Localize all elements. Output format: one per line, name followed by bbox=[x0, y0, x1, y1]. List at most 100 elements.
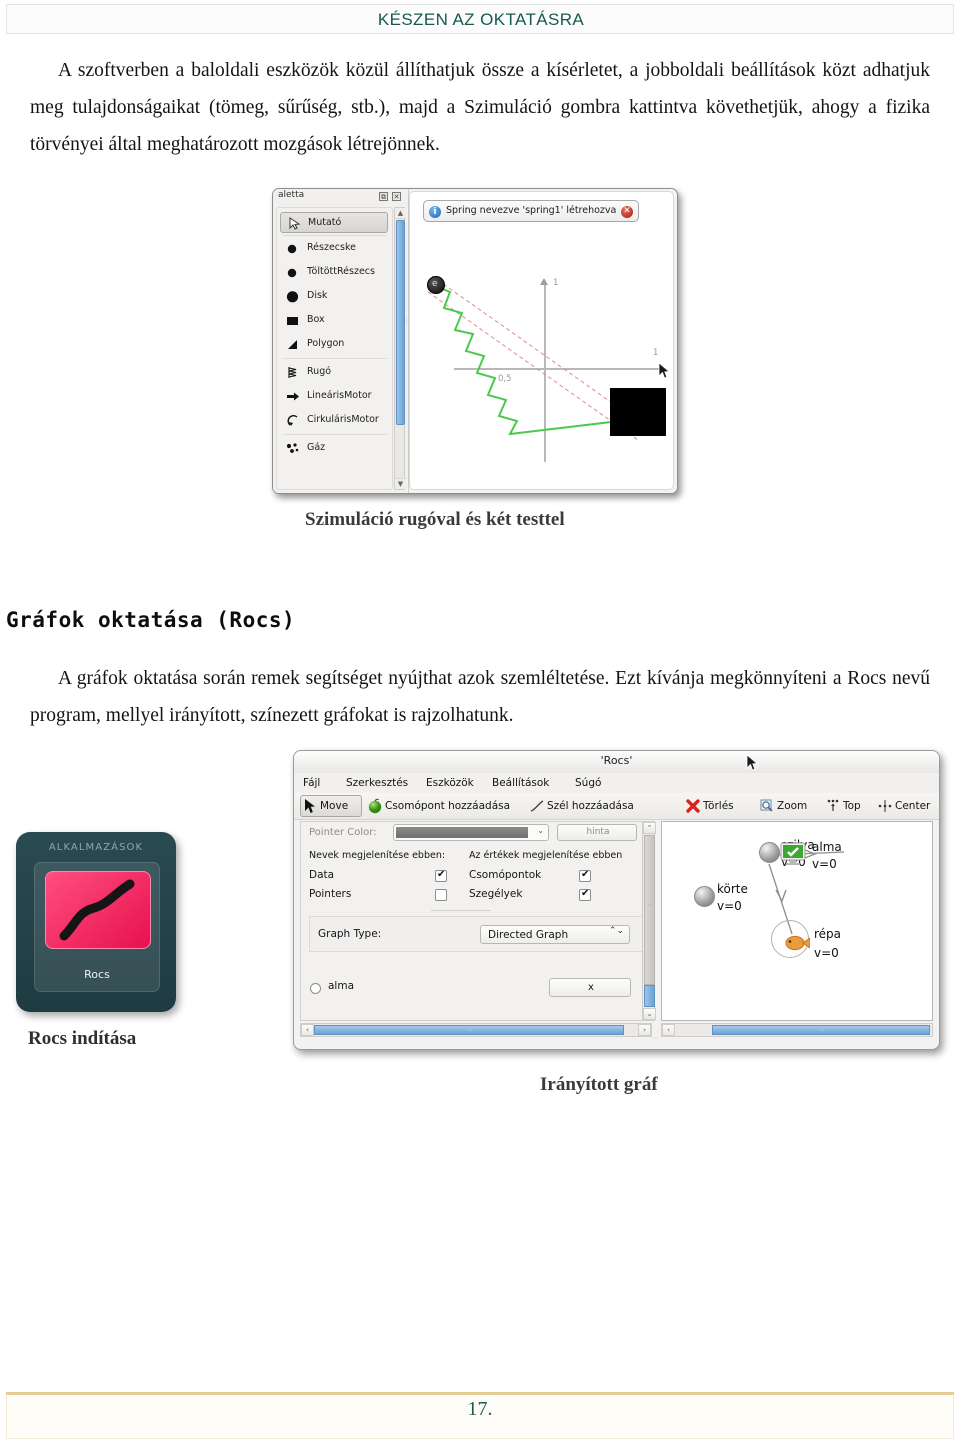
option-label-data: Data bbox=[309, 869, 335, 881]
linear-motor-icon bbox=[286, 390, 301, 403]
scroll-left-icon[interactable]: ‹ bbox=[662, 1024, 675, 1036]
palette-item-toltottreszecske[interactable]: TöltöttRészecs bbox=[280, 262, 390, 283]
scroll-thumb[interactable]: ⋯ bbox=[712, 1025, 930, 1035]
launcher-app-label: Rocs bbox=[84, 968, 110, 981]
rocs-launcher-tile[interactable]: ALKALMAZÁSOK Rocs bbox=[16, 832, 176, 1012]
page-header-title: KÉSZEN AZ OKTATÁSRA bbox=[377, 10, 585, 29]
palette-separator bbox=[283, 358, 387, 359]
rocs-window-title: 'Rocs' bbox=[600, 754, 633, 767]
scroll-up-icon[interactable]: ⌃ bbox=[643, 822, 656, 834]
names-column-header: Nevek megjelenítése ebben: bbox=[309, 850, 446, 861]
menu-item-szerkesztes[interactable]: Szerkesztés bbox=[346, 777, 408, 789]
graph-node-value-alma: v=0 bbox=[812, 857, 837, 871]
figure-caption-graph: Irányított gráf bbox=[540, 1074, 658, 1095]
palette-item-linearismotor[interactable]: LineárisMotor bbox=[280, 386, 390, 407]
graph-type-group: Graph Type: Directed Graph ⌃⌄ bbox=[309, 916, 645, 952]
launcher-app-tile[interactable]: Rocs bbox=[34, 862, 160, 992]
green-node-icon bbox=[367, 798, 383, 814]
orange-fish-icon[interactable] bbox=[784, 932, 810, 954]
step-palette-dock: aletta ⧉ ✕ Mutató Részecske TöltöttRésze… bbox=[273, 189, 410, 493]
palette-item-list: Mutató Részecske TöltöttRészecs Disk Box… bbox=[276, 207, 393, 490]
graph-type-label: Graph Type: bbox=[318, 928, 382, 940]
menu-item-sugo[interactable]: Súgó bbox=[575, 777, 601, 789]
align-top-icon bbox=[825, 798, 841, 814]
pointer-color-dropdown[interactable]: ⌄ bbox=[393, 824, 549, 841]
menu-item-beallitasok[interactable]: Beállítások bbox=[492, 777, 549, 789]
window-resize-grip[interactable]: ⋯ bbox=[652, 1036, 662, 1045]
scroll-thumb[interactable]: ⋯ bbox=[644, 835, 655, 985]
palette-item-box[interactable]: Box bbox=[280, 310, 390, 331]
palette-item-rugo[interactable]: Rugó bbox=[280, 362, 390, 383]
step-window-body: aletta ⧉ ✕ Mutató Részecske TöltöttRésze… bbox=[273, 189, 677, 493]
scroll-thumb-lower[interactable] bbox=[644, 985, 655, 1007]
scroll-left-icon[interactable]: ‹ bbox=[301, 1024, 314, 1036]
pointer-color-label: Pointer Color: bbox=[309, 827, 377, 838]
rocs-graph-canvas[interactable]: szilva v=0 alma v=0 körte v=0 répa v=0 bbox=[661, 821, 933, 1021]
scroll-right-icon[interactable]: › bbox=[638, 1024, 651, 1036]
rocs-titlebar: 'Rocs' bbox=[294, 751, 939, 774]
item-radio-label: alma bbox=[328, 980, 355, 992]
graph-type-select[interactable]: Directed Graph ⌃⌄ bbox=[480, 925, 630, 944]
graph-node-label-repa: répa bbox=[814, 927, 842, 941]
red-x-icon bbox=[685, 798, 701, 814]
palette-item-label: Részecske bbox=[307, 242, 356, 253]
scroll-up-icon[interactable]: ▲ bbox=[395, 208, 406, 219]
step-simulation-canvas[interactable]: i Spring nevezve 'spring1' létrehozva ✕ … bbox=[409, 191, 674, 490]
palette-item-gaz[interactable]: Gáz bbox=[280, 438, 390, 459]
options-vertical-scrollbar[interactable]: ⌃ ⋯ ⌄ bbox=[642, 821, 656, 1021]
scroll-thumb[interactable]: ⋯ bbox=[314, 1025, 624, 1035]
item-radio-button[interactable] bbox=[310, 983, 321, 994]
option-checkbox-csomopontok[interactable] bbox=[579, 869, 591, 882]
menu-item-eszkozok[interactable]: Eszközök bbox=[426, 777, 474, 789]
launcher-group-label: ALKALMAZÁSOK bbox=[48, 842, 144, 853]
palette-item-polygon[interactable]: Polygon bbox=[280, 334, 390, 355]
palette-scrollbar[interactable]: ▲ ▼ bbox=[394, 207, 406, 490]
close-item-button[interactable]: x bbox=[549, 978, 631, 997]
step-box-body[interactable] bbox=[610, 388, 666, 436]
disk-icon bbox=[286, 290, 301, 303]
spinner-updown-icon[interactable]: ⌃⌄ bbox=[609, 927, 624, 936]
palette-separator bbox=[283, 434, 387, 435]
palette-item-mutato[interactable]: Mutató bbox=[280, 212, 388, 233]
green-monitor-icon[interactable] bbox=[780, 842, 806, 866]
palette-item-label: Rugó bbox=[307, 366, 332, 377]
step-particle-body[interactable]: e bbox=[427, 276, 445, 294]
scroll-down-icon[interactable]: ▼ bbox=[395, 478, 406, 489]
palette-item-label: Disk bbox=[307, 290, 328, 301]
mouse-cursor-icon bbox=[746, 754, 758, 771]
cursor-arrow-icon bbox=[302, 798, 318, 814]
polygon-icon bbox=[286, 338, 301, 351]
palette-close-icon[interactable]: ✕ bbox=[392, 192, 401, 201]
palette-item-cirkularismotor[interactable]: CirkulárisMotor bbox=[280, 410, 390, 431]
spring-icon bbox=[286, 366, 301, 379]
options-horizontal-scrollbar[interactable]: ‹ ⋯ › bbox=[300, 1023, 652, 1037]
scroll-thumb-grip: ⋯ bbox=[647, 902, 653, 909]
palette-item-disk[interactable]: Disk bbox=[280, 286, 390, 307]
palette-title: aletta bbox=[278, 190, 305, 200]
palette-undock-icon[interactable]: ⧉ bbox=[379, 192, 388, 201]
tool-move-button[interactable]: Move bbox=[300, 795, 362, 817]
chevron-down-icon[interactable]: ⌄ bbox=[537, 826, 544, 835]
canvas-horizontal-scrollbar[interactable]: ‹ ⋯ bbox=[661, 1023, 933, 1037]
option-checkbox-pointers[interactable] bbox=[435, 889, 447, 901]
gas-icon bbox=[286, 442, 301, 455]
graph-node-korte[interactable] bbox=[694, 886, 715, 907]
palette-splitter-handle[interactable]: ⋮ bbox=[403, 318, 410, 345]
hinta-button[interactable]: hinta bbox=[557, 824, 637, 841]
close-item-label: x bbox=[588, 982, 594, 993]
tool-label: Törlés bbox=[703, 800, 734, 812]
menu-item-fajl[interactable]: Fájl bbox=[303, 777, 320, 789]
graph-node-value-korte: v=0 bbox=[717, 899, 742, 913]
scroll-down-icon[interactable]: ⌄ bbox=[643, 1008, 656, 1020]
graph-node-value-repa: v=0 bbox=[814, 946, 839, 960]
palette-item-reszecske[interactable]: Részecske bbox=[280, 238, 390, 259]
intro-paragraph: A szoftverben a baloldali eszközök közül… bbox=[30, 60, 930, 155]
palette-item-label: Polygon bbox=[307, 338, 345, 349]
graph-node-szilva[interactable] bbox=[759, 842, 780, 863]
palette-item-label: LineárisMotor bbox=[307, 390, 372, 401]
tool-label: Csomópont hozzáadása bbox=[385, 800, 511, 812]
option-checkbox-szegelyek[interactable] bbox=[579, 888, 591, 901]
option-checkbox-data[interactable] bbox=[435, 869, 447, 882]
page-number: 17. bbox=[467, 1398, 493, 1420]
rocs-paragraph: A gráfok oktatása során remek segítséget… bbox=[30, 668, 930, 726]
